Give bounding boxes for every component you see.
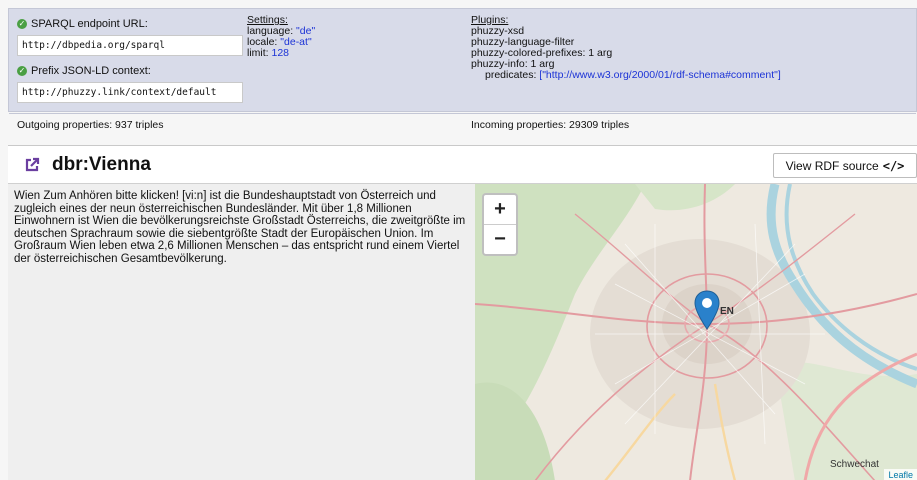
map-city-label: EN (720, 306, 734, 317)
zoom-out-button[interactable]: − (484, 224, 516, 253)
zoom-in-button[interactable]: + (484, 195, 516, 224)
prefix-context-input[interactable]: http://phuzzy.link/context/default (17, 82, 243, 103)
outgoing-count: Outgoing properties: 937 triples (17, 119, 164, 131)
external-link-icon[interactable] (24, 157, 40, 173)
resource-header: dbr:Vienna View RDF source </> (8, 146, 917, 184)
endpoint-label: SPARQL endpoint URL: (31, 18, 148, 30)
predicates-value: ["http://www.w3.org/2000/01/rdf-schema#c… (539, 69, 781, 81)
zoom-control: + − (482, 193, 518, 256)
prefix-label-row: ✓ Prefix JSON-LD context: (17, 64, 243, 78)
resource-abstract: Wien Zum Anhören bitte klicken! [vi:n] i… (8, 184, 475, 480)
map-attribution-link[interactable]: Leafle (884, 469, 917, 480)
sparql-endpoint-input[interactable]: http://dbpedia.org/sparql (17, 35, 243, 56)
setting-limit-key: limit: (247, 47, 272, 59)
prefix-label: Prefix JSON-LD context: (31, 65, 151, 77)
config-panel: ✓ SPARQL endpoint URL: http://dbpedia.or… (8, 8, 917, 131)
map-tiles (475, 184, 917, 480)
incoming-count: Incoming properties: 29309 triples (471, 119, 630, 131)
view-rdf-source-button[interactable]: View RDF source </> (773, 153, 917, 178)
endpoint-column: ✓ SPARQL endpoint URL: http://dbpedia.or… (17, 17, 243, 111)
setting-limit-value: 128 (271, 47, 290, 59)
panel-divider (9, 113, 916, 114)
check-circle-icon: ✓ (17, 66, 27, 76)
map-place-label: Schwechat (830, 459, 879, 470)
check-circle-icon: ✓ (17, 19, 27, 29)
resource-title: dbr:Vienna (52, 154, 151, 175)
map-view[interactable]: + − EN Schwechat Leafle (475, 184, 917, 480)
plugin-predicates: predicates: ["http://www.w3.org/2000/01/… (471, 70, 781, 81)
setting-limit: limit: 128 (247, 48, 315, 59)
resource-panel: dbr:Vienna View RDF source </> Wien Zum … (8, 145, 917, 480)
predicates-key: predicates: (485, 69, 540, 81)
plugins-column: Plugins: phuzzy-xsd phuzzy-language-filt… (471, 15, 781, 81)
code-icon: </> (882, 158, 905, 173)
view-rdf-source-label: View RDF source (785, 158, 879, 173)
settings-column: Settings: language: "de" locale: "de-at"… (247, 15, 315, 59)
map-marker-icon[interactable] (694, 290, 720, 330)
endpoint-label-row: ✓ SPARQL endpoint URL: (17, 17, 243, 31)
